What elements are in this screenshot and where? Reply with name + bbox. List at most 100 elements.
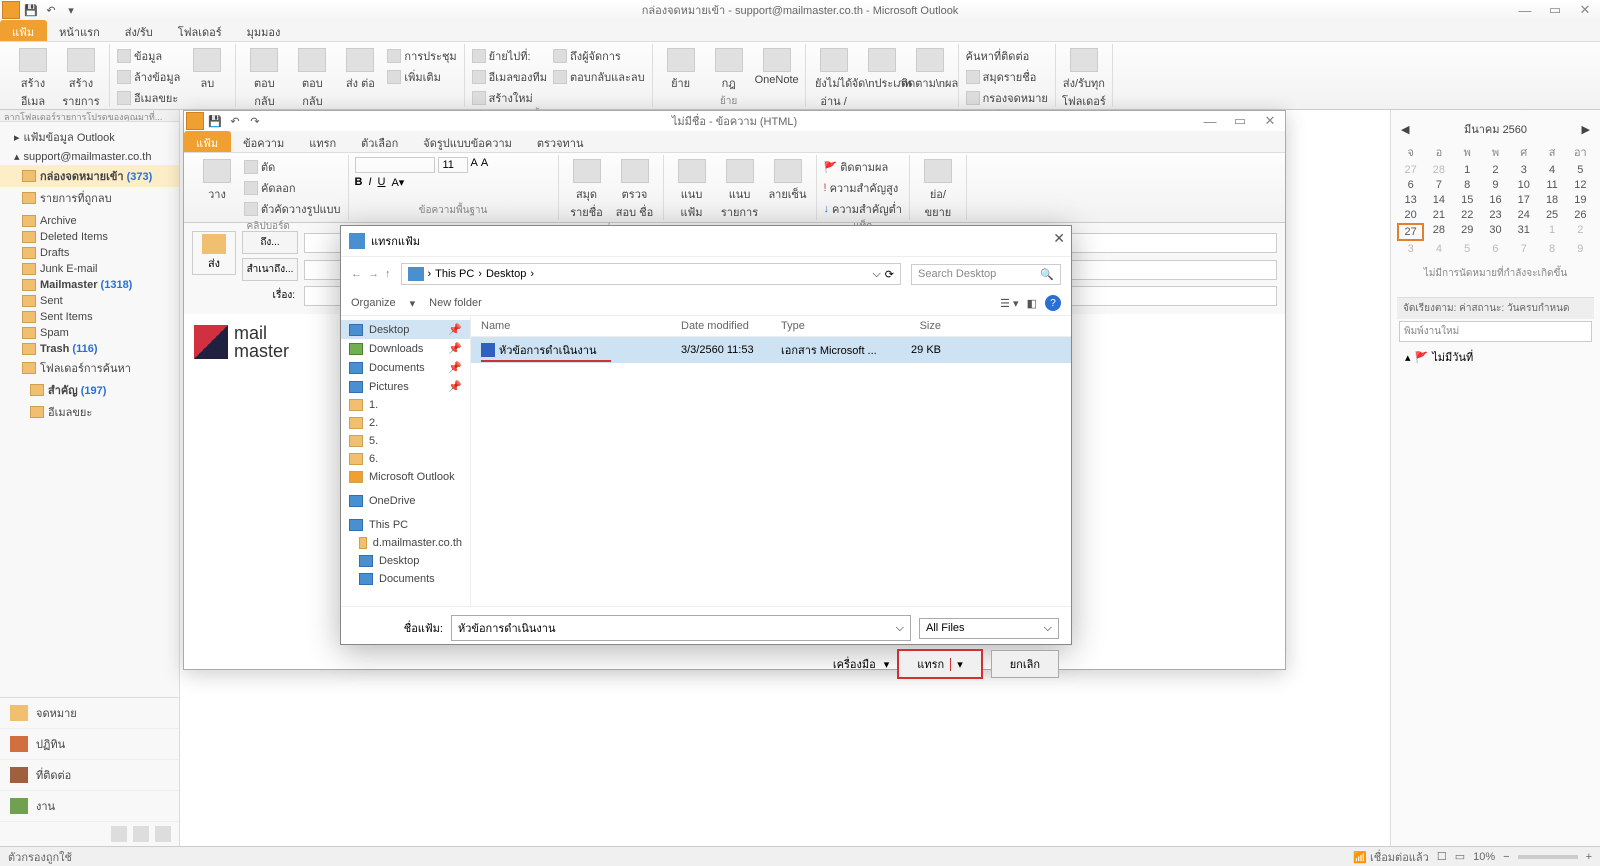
side-folder-1[interactable]: 1. [341,396,470,414]
side-thispc[interactable]: This PC [341,516,470,534]
refresh-icon[interactable]: ⟳ [885,268,894,281]
cut-button[interactable]: ตัด [243,157,342,177]
forward-button[interactable]: ส่ง ต่อ [338,46,382,94]
delete-button[interactable]: ลบ [185,46,229,94]
col-type[interactable]: Type [781,320,881,332]
compose-tab-review[interactable]: ตรวจทาน [525,131,597,152]
drafts-folder[interactable]: Drafts [0,245,179,261]
attach-file-button[interactable]: แนบ แฟ้ม [670,157,714,223]
find-contact-input[interactable]: ค้นหาที่ติดต่อ [965,46,1049,66]
inbox-folder[interactable]: กล่องจดหมายเข้า (373) [0,165,179,187]
side-desktop2[interactable]: Desktop [341,552,470,570]
preview-pane-icon[interactable]: ◧ [1027,297,1037,310]
maximize-button[interactable]: ▭ [1540,1,1570,19]
tools-dropdown[interactable]: เครื่องมือ [833,655,876,673]
dialog-close-button[interactable]: ✕ [1053,230,1065,247]
qat-save-icon[interactable]: 💾 [22,1,40,19]
organize-button[interactable]: Organize [351,297,396,309]
nav-mail-button[interactable]: จดหมาย [0,698,179,729]
copy-button[interactable]: คัดลอก [243,178,342,198]
nav-forward-icon[interactable]: → [368,268,379,280]
deleted-items-folder[interactable]: รายการที่ถูกลบ [0,187,179,209]
compose-undo-icon[interactable]: ↶ [226,112,244,130]
check-names-button[interactable]: ตรวจสอบ ชื่อ [613,157,657,223]
close-button[interactable]: ✕ [1570,1,1600,19]
side-folder-5[interactable]: 5. [341,432,470,450]
font-family-select[interactable] [355,157,435,173]
rules-button[interactable]: กฎ [707,46,751,94]
view-normal-icon[interactable]: ☐ [1437,850,1447,863]
sent-items-folder[interactable]: Sent Items [0,309,179,325]
qat-dropdown-icon[interactable]: ▾ [62,1,80,19]
breadcrumb-dropdown-icon[interactable]: ⌵ [872,268,880,281]
new-folder-button[interactable]: New folder [429,297,482,309]
filter-button[interactable]: กรองจดหมาย [965,88,1049,108]
favorites-header[interactable]: ▸ แฟ้มข้อมูล Outlook [0,126,179,148]
compose-redo-icon[interactable]: ↷ [246,112,264,130]
side-dmail[interactable]: d.mailmaster.co.th [341,534,470,552]
account-node[interactable]: ▴ support@mailmaster.co.th [0,148,179,165]
compose-tab-options[interactable]: ตัวเลือก [349,131,411,152]
new-items-button[interactable]: สร้าง รายการ [59,46,103,112]
follow-up-button[interactable]: 🚩ติดตามผล [823,157,903,177]
side-outlook[interactable]: Microsoft Outlook [341,468,470,486]
meeting-button[interactable]: การประชุม [386,46,457,66]
calendar-next-icon[interactable]: ▶ [1582,123,1590,136]
high-importance-button[interactable]: !ความสำคัญสูง [823,178,903,198]
send-button[interactable]: ส่ง [192,231,236,275]
compose-tab-insert[interactable]: แทรก [297,131,349,152]
signature-button[interactable]: ลายเซ็น [766,157,810,205]
address-book-button[interactable]: สมุดรายชื่อ [965,67,1049,87]
quickstep-done[interactable]: สร้างใหม่ [471,88,548,108]
compose-tab-format[interactable]: จัดรูปแบบข้อความ [411,131,525,152]
nav-calendar-button[interactable]: ปฏิทิน [0,729,179,760]
tab-file[interactable]: แฟ้ม [0,20,47,41]
breadcrumb[interactable]: ›This PC ›Desktop › ⌵⟳ [401,263,902,285]
attach-item-button[interactable]: แนบ รายการ [718,157,762,223]
side-onedrive[interactable]: OneDrive [341,492,470,510]
side-desktop[interactable]: Desktop📌 [341,320,470,339]
tab-home[interactable]: หน้าแรก [47,20,113,41]
sent-folder[interactable]: Sent [0,293,179,309]
junk-folder[interactable]: Junk E-mail [0,261,179,277]
nav-tasks-button[interactable]: งาน [0,791,179,822]
task-nodate-group[interactable]: ▴🚩ไม่มีวันที่ [1397,344,1594,370]
filetype-select[interactable]: All Files⌵ [919,618,1059,639]
junk-button[interactable]: อีเมลขยะ [116,88,181,108]
to-button[interactable]: ถึง... [242,231,298,254]
mailmaster-folder[interactable]: Mailmaster (1318) [0,277,179,293]
nav-back-icon[interactable]: ← [351,268,362,280]
col-size[interactable]: Size [881,320,941,332]
zoom-out-icon[interactable]: − [1503,851,1509,863]
compose-close-button[interactable]: ✕ [1255,112,1285,130]
more-forward-button[interactable]: เพิ่มเติม [386,67,457,87]
nav-contacts-button[interactable]: ที่ติดต่อ [0,760,179,791]
font-size-select[interactable]: 11 [438,157,468,173]
nav-notes-icon[interactable] [111,826,127,842]
ignore-button[interactable]: ข้อมูล [116,46,181,66]
followup-button[interactable]: ติดตาม\nผล [908,46,952,94]
calendar-grid[interactable]: จอพพศสอา27281234567891011121314151617181… [1397,142,1594,256]
compose-tab-file[interactable]: แฟ้ม [184,131,231,152]
cleanup-button[interactable]: ล้างข้อมูล [116,67,181,87]
quickstep-manager[interactable]: ถึงผู้จัดการ [552,46,646,66]
bold-button[interactable]: B [355,176,363,189]
compose-save-icon[interactable]: 💾 [206,112,224,130]
nav-folders-icon[interactable] [133,826,149,842]
zoom-slider[interactable] [1518,855,1578,859]
onenote-button[interactable]: OneNote [755,46,799,88]
paste-button[interactable]: วาง [195,157,239,205]
low-importance-button[interactable]: ↓ความสำคัญต่ำ [823,199,903,219]
italic-button[interactable]: I [368,176,371,189]
new-email-button[interactable]: สร้าง อีเมล [11,46,55,112]
spam-folder[interactable]: Spam [0,325,179,341]
compose-tab-message[interactable]: ข้อความ [231,131,297,152]
side-documents2[interactable]: Documents [341,570,470,588]
format-painter-button[interactable]: ตัวคัดวางรูปแบบ [243,199,342,219]
font-color-button[interactable]: A▾ [391,176,404,189]
compose-maximize-button[interactable]: ▭ [1225,112,1255,130]
tab-sendrecv[interactable]: ส่ง/รับ [113,20,166,41]
filename-input[interactable]: หัวข้อการดำเนินงาน⌵ [451,615,911,641]
trash-folder[interactable]: Trash (116) [0,341,179,357]
side-folder-6[interactable]: 6. [341,450,470,468]
